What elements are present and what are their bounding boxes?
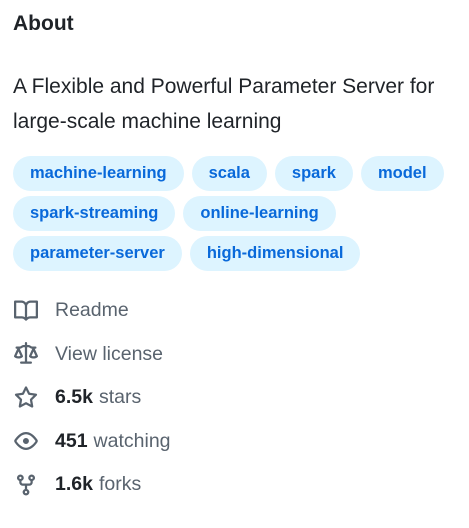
topic-tag[interactable]: parameter-server xyxy=(13,236,182,271)
topic-tag[interactable]: high-dimensional xyxy=(189,236,361,271)
topics-list: machine-learning scala spark model spark… xyxy=(13,156,463,271)
topic-tag[interactable]: scala xyxy=(191,156,267,191)
star-icon xyxy=(13,385,39,411)
watching-link[interactable]: 451 watching xyxy=(13,420,469,464)
forks-link[interactable]: 1.6k forks xyxy=(13,463,469,507)
topic-tag[interactable]: spark-streaming xyxy=(13,196,176,231)
law-icon xyxy=(13,341,39,367)
stars-link[interactable]: 6.5k stars xyxy=(13,376,469,420)
topic-tag[interactable]: spark xyxy=(274,156,353,191)
stars-label: stars xyxy=(98,386,142,409)
about-section: About A Flexible and Powerful Parameter … xyxy=(0,0,469,507)
watching-label: watching xyxy=(93,429,171,452)
readme-link[interactable]: Readme xyxy=(13,289,469,333)
forks-count: 1.6k xyxy=(55,473,93,496)
about-heading: About xyxy=(13,12,74,35)
repo-description: A Flexible and Powerful Parameter Server… xyxy=(13,75,435,133)
watching-count: 451 xyxy=(55,429,88,452)
license-link[interactable]: View license xyxy=(13,333,469,377)
stars-count: 6.5k xyxy=(55,386,93,409)
repo-meta-list: Readme View license 6.5k stars 451 watch… xyxy=(13,289,469,507)
license-label: View license xyxy=(55,342,164,365)
repo-forked-icon xyxy=(13,472,39,498)
readme-label: Readme xyxy=(55,299,129,322)
topic-tag[interactable]: model xyxy=(360,156,444,191)
topic-tag[interactable]: machine-learning xyxy=(13,156,184,191)
book-icon xyxy=(13,298,39,324)
topic-tag[interactable]: online-learning xyxy=(183,196,336,231)
forks-label: forks xyxy=(98,473,142,496)
eye-icon xyxy=(13,428,39,454)
